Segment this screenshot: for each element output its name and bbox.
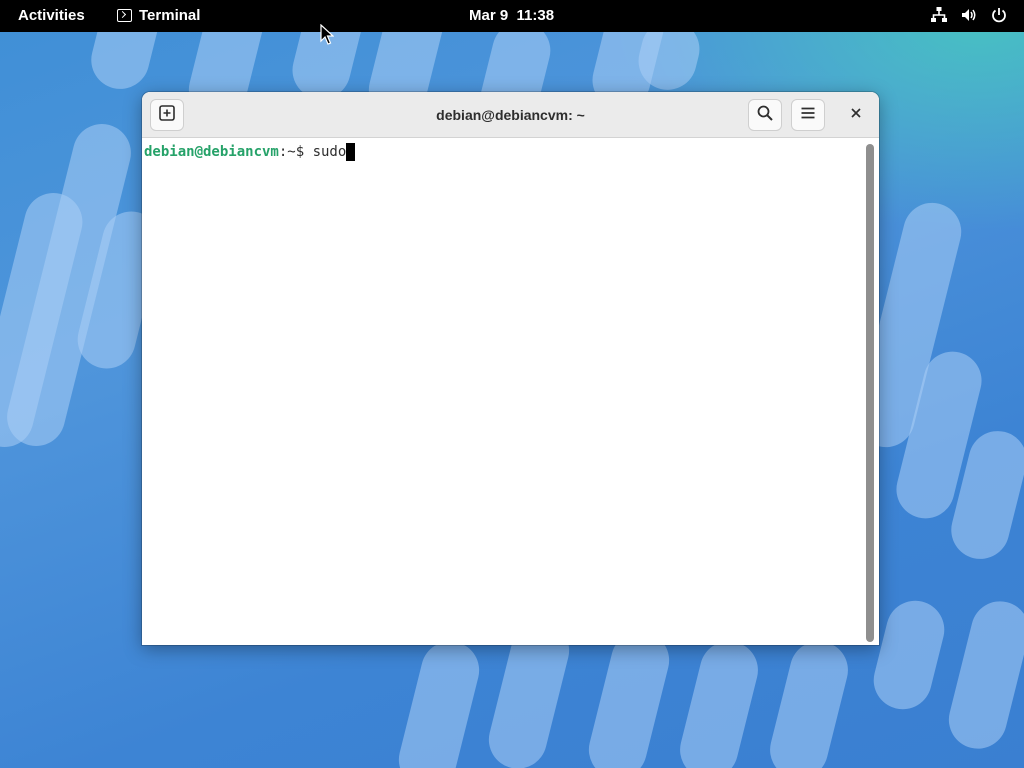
volume-icon[interactable] bbox=[960, 6, 978, 24]
search-button[interactable] bbox=[748, 99, 782, 131]
terminal-prompt-line: debian@debiancvm:~$ sudo bbox=[144, 143, 356, 161]
typed-command: sudo bbox=[312, 144, 347, 160]
text-cursor bbox=[346, 143, 356, 161]
search-icon bbox=[757, 105, 773, 126]
main-menu-button[interactable] bbox=[791, 99, 825, 131]
app-menu[interactable]: Terminal bbox=[117, 7, 200, 24]
system-tray[interactable] bbox=[930, 6, 1008, 24]
terminal-scrollbar[interactable] bbox=[866, 144, 874, 642]
app-menu-label: Terminal bbox=[139, 7, 201, 24]
terminal-app-icon bbox=[117, 9, 132, 22]
window-headerbar[interactable]: debian@debiancvm: ~ bbox=[142, 92, 879, 138]
close-icon bbox=[850, 106, 862, 124]
prompt-path: :~$ bbox=[278, 144, 313, 160]
mouse-pointer bbox=[320, 23, 335, 46]
top-bar: Activities Terminal Mar 9 11:38 bbox=[0, 0, 1024, 32]
prompt-user-host: debian@debiancvm bbox=[144, 144, 279, 160]
terminal-window[interactable]: debian@debiancvm: ~ debian@debiancvm:~$ … bbox=[142, 92, 879, 645]
hamburger-menu-icon bbox=[800, 105, 816, 126]
power-icon[interactable] bbox=[990, 6, 1008, 24]
network-icon[interactable] bbox=[930, 6, 948, 24]
activities-button[interactable]: Activities bbox=[18, 7, 85, 24]
close-button[interactable] bbox=[843, 102, 869, 128]
clock[interactable]: Mar 9 11:38 bbox=[469, 7, 554, 24]
terminal-content[interactable]: debian@debiancvm:~$ sudo bbox=[142, 139, 879, 645]
